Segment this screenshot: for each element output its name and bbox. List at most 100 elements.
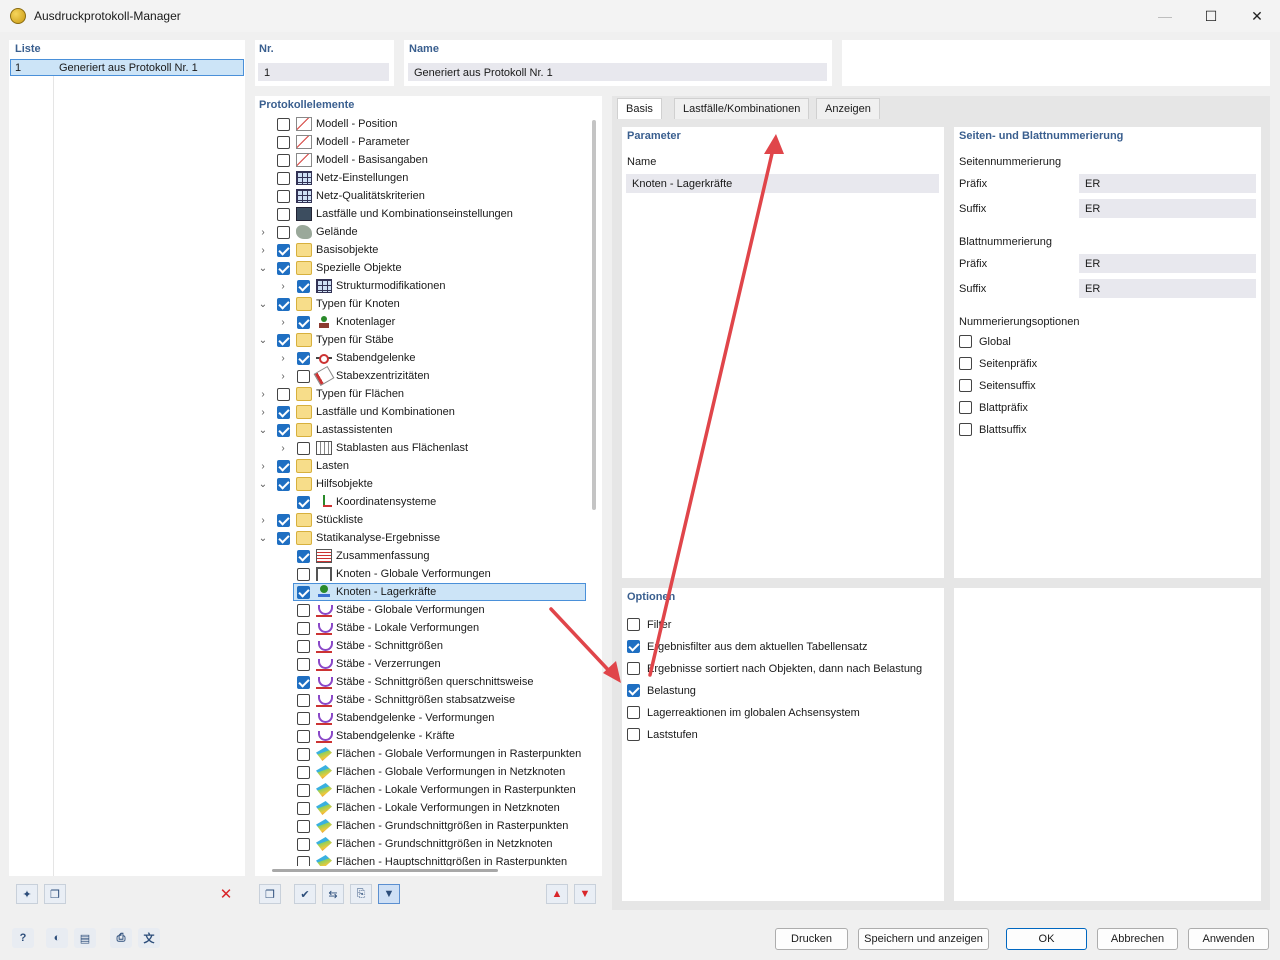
numbering-option[interactable]: Blattpräfix xyxy=(959,401,1028,414)
tree-item[interactable]: Zusammenfassung xyxy=(277,547,430,565)
chevron-down-icon[interactable]: ⌄ xyxy=(257,479,269,490)
chevron-right-icon[interactable]: › xyxy=(277,371,289,382)
numbering-option[interactable]: Seitensuffix xyxy=(959,379,1036,392)
tree-item[interactable]: Flächen - Globale Verformungen in Raster… xyxy=(277,745,581,763)
ok-button[interactable]: OK xyxy=(1006,928,1087,950)
tree-item-checkbox[interactable] xyxy=(297,693,310,707)
tree-item-checkbox[interactable] xyxy=(277,117,290,131)
tree-item-checkbox[interactable] xyxy=(297,729,310,743)
tree-item[interactable]: ⌄ Lastassistenten xyxy=(257,421,392,439)
option-item[interactable]: Belastung xyxy=(627,684,696,697)
copy-element-icon[interactable]: ❐ xyxy=(259,884,281,904)
print-settings-icon[interactable]: ⎙ xyxy=(110,928,132,948)
save-and-show-button[interactable]: Speichern und anzeigen xyxy=(858,928,989,950)
description-field[interactable] xyxy=(842,40,1270,86)
numbering-option-checkbox[interactable] xyxy=(959,357,972,370)
tree-item-checkbox[interactable] xyxy=(297,351,310,365)
chevron-right-icon[interactable]: › xyxy=(277,317,289,328)
tree-item[interactable]: Stäbe - Lokale Verformungen xyxy=(277,619,479,637)
uncheck-all-icon[interactable]: ⇆ xyxy=(322,884,344,904)
chevron-down-icon[interactable]: ⌄ xyxy=(257,533,269,544)
protocol-elements-tree[interactable]: Modell - Position Modell - Parameter Model… xyxy=(255,0,591,866)
option-item[interactable]: Ergebnisfilter aus dem aktuellen Tabelle… xyxy=(627,640,868,653)
tree-item-checkbox[interactable] xyxy=(277,135,290,149)
language-icon[interactable]: 文 xyxy=(138,928,160,948)
tree-item[interactable]: Stäbe - Verzerrungen xyxy=(277,655,441,673)
tree-item-checkbox[interactable] xyxy=(277,225,290,239)
list-item[interactable]: 1 Generiert aus Protokoll Nr. 1 xyxy=(10,59,244,76)
tree-item-checkbox[interactable] xyxy=(297,441,310,455)
move-up-icon[interactable]: ▲ xyxy=(546,884,568,904)
numbering-option-checkbox[interactable] xyxy=(959,335,972,348)
tree-item-checkbox[interactable] xyxy=(297,621,310,635)
numbering-option[interactable]: Global xyxy=(959,335,1011,348)
sheet-suffix-field[interactable]: ER xyxy=(1079,279,1256,298)
tree-item-checkbox[interactable] xyxy=(297,711,310,725)
chevron-right-icon[interactable]: › xyxy=(257,245,269,256)
tree-item-checkbox[interactable] xyxy=(297,783,310,797)
chevron-down-icon[interactable]: ⌄ xyxy=(257,335,269,346)
tree-item-checkbox[interactable] xyxy=(277,189,290,203)
chevron-right-icon[interactable]: › xyxy=(257,389,269,400)
delete-icon[interactable]: ✕ xyxy=(215,884,237,904)
sheet-prefix-field[interactable]: ER xyxy=(1079,254,1256,273)
option-checkbox[interactable] xyxy=(627,728,640,741)
tree-item[interactable]: › Gelände xyxy=(257,223,358,241)
print-button[interactable]: Drucken xyxy=(775,928,848,950)
tree-item[interactable]: › Basisobjekte xyxy=(257,241,378,259)
copy-settings-icon[interactable]: ⎘ xyxy=(350,884,372,904)
chevron-right-icon[interactable]: › xyxy=(257,227,269,238)
tree-item-checkbox[interactable] xyxy=(277,297,290,311)
tree-item[interactable]: Flächen - Lokale Verformungen in Netzkno… xyxy=(277,799,560,817)
tree-item-checkbox[interactable] xyxy=(297,549,310,563)
copy-report-icon[interactable]: ❐ xyxy=(44,884,66,904)
tree-item-checkbox[interactable] xyxy=(277,333,290,347)
numbering-option[interactable]: Blattsuffix xyxy=(959,423,1027,436)
tree-item-checkbox[interactable] xyxy=(297,747,310,761)
tree-item-checkbox[interactable] xyxy=(297,819,310,833)
tree-item-checkbox[interactable] xyxy=(297,639,310,653)
tree-item-checkbox[interactable] xyxy=(297,567,310,581)
tree-item-checkbox[interactable] xyxy=(297,585,310,599)
tree-item[interactable]: ⌄ Typen für Knoten xyxy=(257,295,400,313)
minimize-icon[interactable]: — xyxy=(1142,0,1188,32)
tree-item[interactable]: ⌄ Typen für Stäbe xyxy=(257,331,394,349)
check-all-icon[interactable]: ✔ xyxy=(294,884,316,904)
chevron-right-icon[interactable]: › xyxy=(277,443,289,454)
tree-item-checkbox[interactable] xyxy=(297,315,310,329)
tree-item[interactable]: ⌄ Spezielle Objekte xyxy=(257,259,402,277)
numbering-option[interactable]: Seitenpräfix xyxy=(959,357,1037,370)
tree-item-checkbox[interactable] xyxy=(277,459,290,473)
tree-item-checkbox[interactable] xyxy=(277,207,290,221)
filter-icon[interactable]: ▼ xyxy=(378,884,400,904)
cancel-button[interactable]: Abbrechen xyxy=(1097,928,1178,950)
option-checkbox[interactable] xyxy=(627,618,640,631)
tree-item[interactable]: › Lastfälle und Kombinationen xyxy=(257,403,455,421)
numbering-option-checkbox[interactable] xyxy=(959,379,972,392)
tree-item-checkbox[interactable] xyxy=(277,153,290,167)
tree-item[interactable]: Lastfälle und Kombinationseinstellungen xyxy=(257,205,513,223)
tab-load-cases[interactable]: Lastfälle/Kombinationen xyxy=(674,98,810,119)
chevron-right-icon[interactable]: › xyxy=(257,407,269,418)
chevron-right-icon[interactable]: › xyxy=(257,461,269,472)
tree-item[interactable]: Netz-Einstellungen xyxy=(257,169,408,187)
tree-item-checkbox[interactable] xyxy=(297,369,310,383)
tree-vertical-scrollbar[interactable] xyxy=(592,120,596,510)
tree-item-checkbox[interactable] xyxy=(277,531,290,545)
option-checkbox[interactable] xyxy=(627,640,640,653)
tree-item[interactable]: › Knotenlager xyxy=(277,313,395,331)
tree-item[interactable]: Flächen - Lokale Verformungen in Rasterp… xyxy=(277,781,576,799)
tree-item-checkbox[interactable] xyxy=(297,657,310,671)
apply-button[interactable]: Anwenden xyxy=(1188,928,1269,950)
tree-item[interactable]: Flächen - Globale Verformungen in Netzkn… xyxy=(277,763,565,781)
option-item[interactable]: Filter xyxy=(627,618,671,631)
tree-item[interactable]: Stäbe - Schnittgrößen querschnittsweise xyxy=(277,673,534,691)
tree-item[interactable]: ⌄ Statikanalyse-Ergebnisse xyxy=(257,529,440,547)
tree-item-checkbox[interactable] xyxy=(297,603,310,617)
tree-item-checkbox[interactable] xyxy=(297,855,310,866)
chevron-right-icon[interactable]: › xyxy=(277,281,289,292)
maximize-icon[interactable]: ☐ xyxy=(1188,0,1234,32)
parameter-name-field[interactable]: Knoten - Lagerkräfte xyxy=(626,174,939,193)
tree-item-checkbox[interactable] xyxy=(277,477,290,491)
units-icon[interactable]: ◐ xyxy=(46,928,68,948)
